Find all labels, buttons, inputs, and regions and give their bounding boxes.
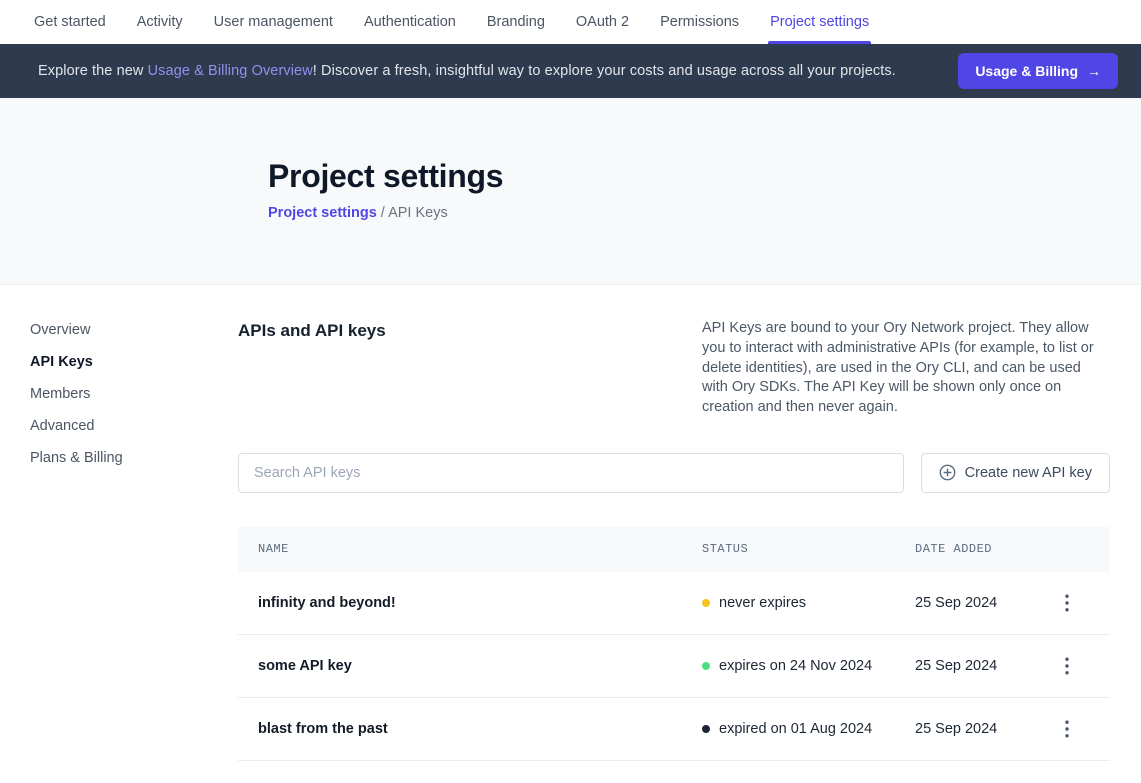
nav-item-authentication[interactable]: Authentication bbox=[364, 0, 456, 44]
api-keys-table: NAME STATUS DATE ADDED infinity and beyo… bbox=[238, 527, 1110, 761]
usage-billing-button-label: Usage & Billing bbox=[975, 63, 1078, 79]
sidebar-item-api-keys[interactable]: API Keys bbox=[30, 353, 238, 372]
breadcrumb-current: API Keys bbox=[388, 205, 448, 221]
api-key-date-added: 25 Sep 2024 bbox=[915, 658, 1045, 674]
api-key-date-added: 25 Sep 2024 bbox=[915, 595, 1045, 611]
api-key-name: blast from the past bbox=[238, 721, 702, 737]
column-header-name: NAME bbox=[238, 542, 702, 556]
create-api-key-button-label: Create new API key bbox=[965, 465, 1092, 481]
status-dot-icon bbox=[702, 662, 710, 670]
row-actions-kebab-icon[interactable] bbox=[1053, 589, 1081, 617]
breadcrumb-project-settings-link[interactable]: Project settings bbox=[268, 205, 377, 221]
api-key-name: some API key bbox=[238, 658, 702, 674]
section-description: API Keys are bound to your Ory Network p… bbox=[702, 319, 1110, 418]
top-navigation: Get started Activity User management Aut… bbox=[0, 0, 1141, 44]
usage-billing-overview-link[interactable]: Usage & Billing Overview bbox=[148, 63, 313, 79]
status-label: expires on 24 Nov 2024 bbox=[719, 658, 872, 674]
nav-item-permissions[interactable]: Permissions bbox=[660, 0, 739, 44]
row-actions-kebab-icon[interactable] bbox=[1053, 715, 1081, 743]
nav-item-get-started[interactable]: Get started bbox=[34, 0, 106, 44]
table-row: blast from the past expired on 01 Aug 20… bbox=[238, 698, 1110, 761]
nav-item-project-settings[interactable]: Project settings bbox=[770, 0, 869, 44]
content-area: Overview API Keys Members Advanced Plans… bbox=[0, 285, 1141, 761]
banner-text-after: ! Discover a fresh, insightful way to ex… bbox=[313, 63, 896, 79]
row-actions-kebab-icon[interactable] bbox=[1053, 652, 1081, 680]
banner-text-before: Explore the new bbox=[38, 63, 148, 79]
api-key-status: expires on 24 Nov 2024 bbox=[702, 658, 915, 674]
sidebar-item-plans-billing[interactable]: Plans & Billing bbox=[30, 449, 238, 468]
table-header-row: NAME STATUS DATE ADDED bbox=[238, 527, 1110, 572]
page-title: Project settings bbox=[268, 158, 1141, 195]
section-heading: APIs and API keys bbox=[238, 319, 386, 341]
api-keys-panel: APIs and API keys API Keys are bound to … bbox=[238, 285, 1141, 761]
api-key-status: expired on 01 Aug 2024 bbox=[702, 721, 915, 737]
usage-billing-button[interactable]: Usage & Billing → bbox=[958, 53, 1118, 89]
sidebar-item-members[interactable]: Members bbox=[30, 385, 238, 404]
status-label: never expires bbox=[719, 595, 806, 611]
sidebar-item-advanced[interactable]: Advanced bbox=[30, 417, 238, 436]
circle-plus-icon bbox=[939, 464, 956, 481]
column-header-date-added: DATE ADDED bbox=[915, 542, 1045, 556]
announcement-banner: Explore the new Usage & Billing Overview… bbox=[0, 44, 1141, 98]
page-header: Project settings Project settings / API … bbox=[0, 98, 1141, 285]
arrow-right-icon: → bbox=[1087, 63, 1101, 79]
status-dot-icon bbox=[702, 725, 710, 733]
banner-message: Explore the new Usage & Billing Overview… bbox=[38, 63, 958, 79]
settings-sidebar: Overview API Keys Members Advanced Plans… bbox=[0, 285, 238, 761]
search-input[interactable] bbox=[238, 453, 904, 493]
table-row: some API key expires on 24 Nov 2024 25 S… bbox=[238, 635, 1110, 698]
nav-item-oauth2[interactable]: OAuth 2 bbox=[576, 0, 629, 44]
api-key-name: infinity and beyond! bbox=[238, 595, 702, 611]
status-dot-icon bbox=[702, 599, 710, 607]
column-header-status: STATUS bbox=[702, 542, 915, 556]
breadcrumb: Project settings / API Keys bbox=[268, 205, 1141, 221]
nav-item-activity[interactable]: Activity bbox=[137, 0, 183, 44]
create-api-key-button[interactable]: Create new API key bbox=[921, 453, 1110, 493]
table-row: infinity and beyond! never expires 25 Se… bbox=[238, 572, 1110, 635]
status-label: expired on 01 Aug 2024 bbox=[719, 721, 872, 737]
sidebar-item-overview[interactable]: Overview bbox=[30, 321, 238, 340]
nav-item-branding[interactable]: Branding bbox=[487, 0, 545, 44]
breadcrumb-separator: / bbox=[377, 205, 388, 221]
nav-item-user-management[interactable]: User management bbox=[214, 0, 333, 44]
api-key-date-added: 25 Sep 2024 bbox=[915, 721, 1045, 737]
api-key-status: never expires bbox=[702, 595, 915, 611]
